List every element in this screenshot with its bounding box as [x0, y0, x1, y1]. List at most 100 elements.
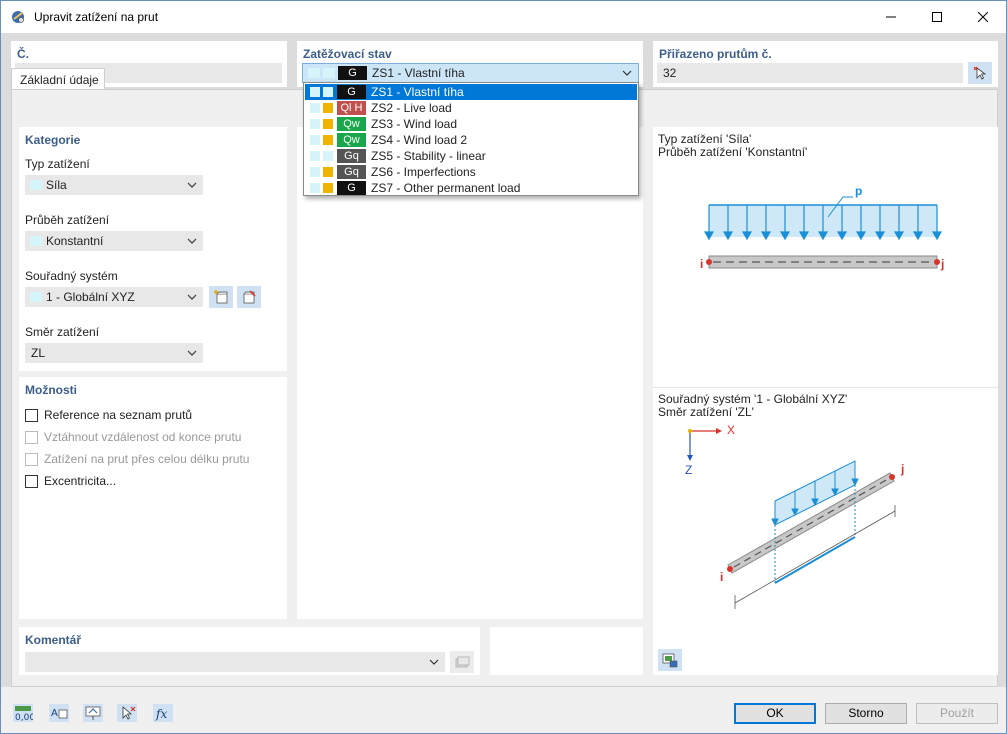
- node-j-marker: [934, 259, 940, 265]
- svg-text:A: A: [51, 708, 58, 719]
- formula-button[interactable]: fx: [151, 702, 175, 724]
- decimal-places-icon: 0,00: [13, 704, 33, 722]
- title-bar: Upravit zatížení na prut: [1, 1, 1006, 33]
- axis-x-label: X: [727, 423, 736, 437]
- eccentricity-checkbox[interactable]: [25, 475, 38, 488]
- node-j-label-3d: j: [901, 462, 905, 476]
- select-member-button[interactable]: [115, 702, 139, 724]
- loadcase-option[interactable]: Qw ZS3 - Wind load: [305, 116, 637, 132]
- select-members-button[interactable]: [968, 62, 992, 84]
- reference-members-checkbox[interactable]: [25, 409, 38, 422]
- assigned-members-field[interactable]: 32: [657, 63, 963, 83]
- loadcase-option[interactable]: G ZS1 - Vlastní tíha: [305, 84, 637, 100]
- parameters-panel: [297, 127, 643, 619]
- loadcase-option[interactable]: Qw ZS4 - Wind load 2: [305, 132, 637, 148]
- category-panel: Kategorie Typ zatížení Síla Průběh zatíž…: [19, 127, 287, 371]
- cancel-button[interactable]: Storno: [825, 703, 907, 724]
- option-text: ZS6 - Imperfections: [371, 165, 476, 179]
- maximize-icon: [932, 11, 942, 22]
- preview-settings-button[interactable]: [658, 649, 682, 671]
- comment-input[interactable]: [25, 652, 445, 672]
- option-text: ZS5 - Stability - linear: [371, 149, 486, 163]
- option-swatch-2: [323, 119, 333, 129]
- loadcase-option[interactable]: G ZS7 - Other permanent load: [305, 180, 637, 196]
- distribution-swatch: [30, 236, 42, 246]
- tab-basic[interactable]: Základní údaje: [11, 68, 105, 90]
- dialog-window: Upravit zatížení na prut Č. 1 Zatěžovací…: [0, 0, 1007, 734]
- distribution-select[interactable]: Konstantní: [25, 231, 203, 251]
- decimal-places-button[interactable]: 0,00: [11, 702, 35, 724]
- svg-text:0,00: 0,00: [15, 713, 33, 722]
- option-swatch-1: [310, 135, 320, 145]
- distribution-label: Průběh zatížení: [25, 213, 110, 227]
- option-code: Ql H: [337, 101, 366, 115]
- node-i-label: i: [700, 257, 704, 271]
- load-label-p: p: [855, 184, 863, 198]
- minimize-button[interactable]: [868, 1, 914, 32]
- loadcase-label: Zatěžovací stav: [303, 47, 392, 61]
- node-i-marker: [706, 259, 712, 265]
- option-code: Gq: [337, 149, 366, 163]
- option-swatch-1: [310, 183, 320, 193]
- option-swatch-1: [310, 167, 320, 177]
- comment-library-icon: [455, 656, 470, 668]
- number-label: Č.: [17, 47, 29, 61]
- preview-distribution: Průběh zatížení 'Konstantní': [658, 145, 808, 159]
- load-diagram: [703, 196, 943, 269]
- blank-panel: [490, 627, 643, 675]
- coord-system-value: 1 - Globální XYZ: [46, 290, 135, 304]
- node-j-label: j: [941, 257, 945, 271]
- edit-coord-system-button[interactable]: [237, 286, 261, 308]
- option-text: ZS7 - Other permanent load: [371, 181, 521, 195]
- direction-select[interactable]: ZL: [25, 343, 203, 363]
- loadcase-combo[interactable]: G ZS1 - Vlastní tíha: [302, 63, 639, 83]
- apply-button[interactable]: Použít: [916, 703, 998, 724]
- coord-system-label: Souřadný systém: [25, 269, 118, 283]
- coord-diagram: [687, 428, 896, 609]
- option-swatch-1: [310, 103, 320, 113]
- option-text: ZS1 - Vlastní tíha: [371, 85, 464, 99]
- select-cursor-icon: [117, 704, 137, 722]
- option-text: ZS3 - Wind load: [371, 117, 458, 131]
- maximize-button[interactable]: [914, 1, 960, 32]
- formula-icon: fx: [153, 704, 173, 722]
- chevron-down-icon: [187, 350, 197, 356]
- option-swatch-2: [323, 87, 333, 97]
- loadcase-option[interactable]: Gq ZS6 - Imperfections: [305, 164, 637, 180]
- full-length-label: Zatížení na prut přes celou délku prutu: [44, 452, 250, 466]
- option-text: ZS2 - Live load: [371, 101, 452, 115]
- close-button[interactable]: [960, 1, 1006, 32]
- direction-value: ZL: [31, 346, 46, 360]
- units-button[interactable]: A: [47, 702, 71, 724]
- chevron-down-icon: [429, 659, 439, 665]
- display-icon: [83, 704, 103, 722]
- chevron-down-icon: [187, 294, 197, 300]
- view-button[interactable]: [81, 702, 105, 724]
- option-swatch-2: [323, 103, 333, 113]
- preview-direction: Směr zatížení 'ZL': [658, 405, 754, 419]
- option-code: Qw: [337, 117, 366, 131]
- loadcase-panel: Zatěžovací stav G ZS1 - Vlastní tíha: [297, 41, 643, 87]
- new-coord-system-icon: [214, 290, 228, 304]
- ok-button[interactable]: OK: [734, 703, 816, 724]
- loadcase-option[interactable]: Ql H ZS2 - Live load: [305, 100, 637, 116]
- option-swatch-2: [323, 151, 333, 161]
- assigned-panel: Přiřazeno prutům č. 32: [653, 41, 998, 87]
- loadcase-option[interactable]: Gq ZS5 - Stability - linear: [305, 148, 637, 164]
- relative-distance-checkbox[interactable]: [25, 431, 38, 444]
- comment-panel: Komentář: [19, 627, 480, 675]
- full-length-checkbox[interactable]: [25, 453, 38, 466]
- comment-library-button[interactable]: [450, 651, 474, 673]
- option-swatch-1: [310, 119, 320, 129]
- coord-system-select[interactable]: 1 - Globální XYZ: [25, 287, 203, 307]
- load-type-swatch: [30, 180, 42, 190]
- loadcase-dropdown-list: G ZS1 - Vlastní tíha Ql H ZS2 - Live loa…: [303, 82, 639, 196]
- load-type-value: Síla: [46, 178, 67, 192]
- options-title: Možnosti: [25, 383, 77, 397]
- distribution-value: Konstantní: [46, 234, 104, 248]
- new-coord-system-button[interactable]: [209, 286, 233, 308]
- chevron-down-icon: [622, 70, 632, 76]
- load-type-select[interactable]: Síla: [25, 175, 203, 195]
- loadcase-selected-text: ZS1 - Vlastní tíha: [372, 66, 465, 80]
- edit-coord-system-icon: [243, 290, 256, 304]
